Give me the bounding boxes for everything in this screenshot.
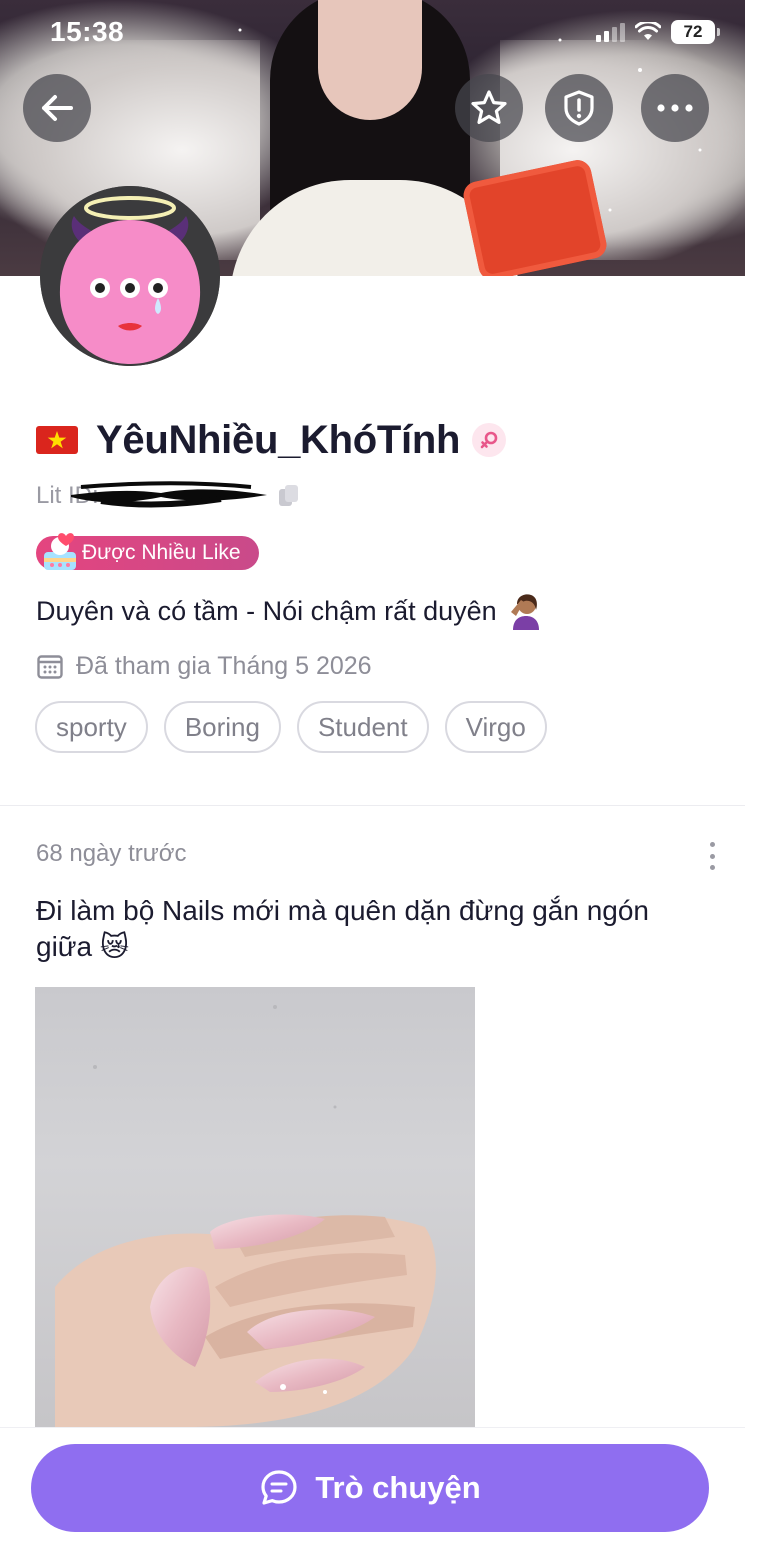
more-horizontal-icon [657, 104, 693, 112]
report-button[interactable] [545, 74, 613, 142]
tag-chip[interactable]: sporty [35, 701, 148, 753]
vietnam-flag-icon [36, 426, 78, 454]
profile-name-row: YêuNhiều_KhóTính [36, 414, 507, 466]
status-time: 15:38 [50, 16, 125, 47]
profile-bio: Duyên và có tầm - Nói chậm rất duyên [36, 592, 545, 630]
joined-date-text: Đã tham gia Tháng 5 2026 [76, 651, 372, 680]
person-facepalming-emoji [510, 594, 539, 630]
more-button[interactable] [641, 74, 709, 142]
tag-chip[interactable]: Boring [163, 701, 281, 753]
female-icon [472, 423, 507, 457]
profile-name: YêuNhiều_KhóTính [96, 417, 461, 462]
post-text: Đi làm bộ Nails mới mà quên dặn đừng gắn… [36, 895, 650, 962]
post-timestamp: 68 ngày trước [36, 840, 187, 867]
chat-button-label: Trò chuyện [315, 1470, 481, 1505]
cellular-signal-icon [596, 22, 625, 42]
shield-alert-icon [564, 90, 594, 126]
back-button[interactable] [23, 74, 91, 142]
redacted-scribble [70, 481, 267, 508]
lit-id-row: Lit ID: [36, 480, 301, 512]
arrow-left-icon [42, 95, 73, 121]
avatar[interactable] [40, 186, 220, 366]
post-image[interactable] [35, 987, 475, 1427]
popular-badge: Được Nhiều Like [36, 533, 259, 570]
joined-date-row: Đã tham gia Tháng 5 2026 [36, 650, 372, 682]
post-options-button[interactable] [700, 842, 724, 870]
battery-indicator: 72 [671, 20, 720, 44]
tag-chip[interactable]: Student [296, 701, 429, 753]
star-icon [471, 90, 507, 124]
status-indicators: 72 [596, 20, 720, 44]
section-divider [0, 805, 745, 806]
calendar-icon [37, 655, 63, 679]
favorite-button[interactable] [455, 74, 523, 142]
status-bar: 15:38 72 [0, 0, 745, 64]
tag-chip[interactable]: Virgo [444, 701, 547, 753]
wifi-icon [635, 22, 661, 40]
interest-tags: sporty Boring Student Virgo [35, 701, 547, 753]
bio-text: Duyên và có tầm - Nói chậm rất duyên [36, 595, 497, 626]
chat-bubble-icon [259, 1468, 299, 1508]
copy-icon[interactable] [277, 483, 301, 509]
more-vertical-icon [709, 842, 715, 847]
nails-photo [55, 1005, 436, 1427]
pink-monster-avatar-image [40, 186, 220, 366]
bottom-bar: Trò chuyện [0, 1427, 745, 1541]
badge-label: Được Nhiều Like [82, 541, 241, 564]
badge-cake-icon [44, 533, 76, 570]
chat-button[interactable]: Trò chuyện [31, 1444, 709, 1532]
page-edge [745, 0, 773, 1541]
